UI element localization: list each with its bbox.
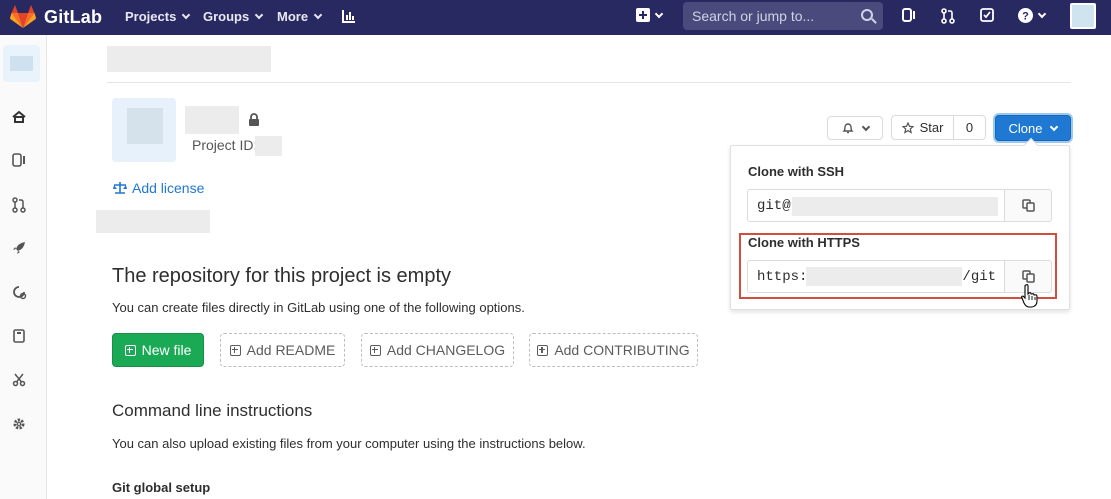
chevron-down-icon xyxy=(182,10,191,20)
gitlab-tanuki-icon xyxy=(10,5,36,28)
ssh-url-redacted xyxy=(792,197,998,216)
clone-ssh-label: Clone with SSH xyxy=(748,164,845,179)
star-icon xyxy=(901,121,914,134)
lock-icon xyxy=(249,113,259,126)
plus-square-icon xyxy=(636,8,650,22)
clone-button[interactable]: Clone xyxy=(995,115,1071,141)
project-id-label: Project ID: xyxy=(192,137,258,153)
chevron-down-icon xyxy=(254,10,264,20)
add-contributing-button[interactable]: Add CONTRIBUTING xyxy=(529,333,698,367)
add-license-link[interactable]: Add license xyxy=(113,180,204,196)
clone-label: Clone xyxy=(1008,120,1043,136)
wiki-icon[interactable] xyxy=(11,329,27,345)
copy-icon xyxy=(1021,199,1035,212)
project-avatar xyxy=(112,98,176,162)
chevron-down-icon xyxy=(861,122,870,131)
merge-requests-icon[interactable] xyxy=(11,197,27,213)
chevron-down-icon xyxy=(654,9,664,18)
project-description-redacted xyxy=(96,210,210,233)
notification-settings-button[interactable] xyxy=(827,116,883,140)
add-changelog-button[interactable]: Add CHANGELOG xyxy=(361,333,514,367)
search-placeholder: Search or jump to... xyxy=(692,8,815,24)
nav-projects[interactable]: Projects xyxy=(125,9,191,24)
todos-icon[interactable] xyxy=(980,8,994,22)
star-label: Star xyxy=(919,120,944,135)
cli-instructions-title: Command line instructions xyxy=(112,401,313,420)
activity-chart-icon[interactable] xyxy=(342,9,356,23)
hand-cursor-icon xyxy=(1021,284,1038,308)
scale-icon xyxy=(113,182,127,194)
project-sidebar xyxy=(0,35,47,499)
settings-gear-icon[interactable] xyxy=(11,417,27,433)
gitlab-logo[interactable]: GitLab xyxy=(10,5,102,29)
add-license-label: Add license xyxy=(132,180,205,196)
https-highlight-box xyxy=(739,233,1057,299)
search-icon xyxy=(861,9,873,21)
snippets-icon[interactable] xyxy=(11,373,27,389)
brand-name: GitLab xyxy=(44,6,103,27)
nav-groups[interactable]: Groups xyxy=(203,9,264,24)
add-readme-button[interactable]: Add README xyxy=(220,333,345,367)
star-count[interactable]: 0 xyxy=(953,115,986,140)
new-file-label: New file xyxy=(141,342,192,358)
new-item-dropdown[interactable] xyxy=(636,8,664,22)
star-button[interactable]: Star xyxy=(891,115,954,140)
project-name-redacted xyxy=(185,106,239,134)
nav-projects-label: Projects xyxy=(125,9,177,24)
top-navbar: GitLab Projects Groups More Search or ju… xyxy=(0,0,1111,35)
project-id-value-redacted xyxy=(255,136,282,156)
user-avatar[interactable] xyxy=(1070,3,1096,29)
empty-repo-title: The repository for this project is empty xyxy=(112,265,452,287)
nav-more-label: More xyxy=(277,9,309,24)
cli-instructions-subtitle: You can also upload existing files from … xyxy=(112,436,586,451)
plus-square-icon xyxy=(124,344,136,356)
merge-requests-icon[interactable] xyxy=(941,8,955,24)
project-home-icon[interactable] xyxy=(11,110,27,126)
new-file-button[interactable]: New file xyxy=(112,333,204,367)
breadcrumb-redacted xyxy=(107,46,271,72)
add-changelog-label: Add CHANGELOG xyxy=(386,342,506,358)
copy-ssh-url-button[interactable] xyxy=(1004,189,1052,222)
empty-repo-subtitle: You can create files directly in GitLab … xyxy=(112,300,525,315)
bell-icon xyxy=(841,123,854,134)
nav-more[interactable]: More xyxy=(277,9,323,24)
issues-icon[interactable] xyxy=(902,8,916,22)
svg-text:?: ? xyxy=(1022,11,1029,23)
git-global-setup-heading: Git global setup xyxy=(112,480,211,495)
issues-icon[interactable] xyxy=(11,153,27,169)
chevron-down-icon xyxy=(1050,122,1059,131)
help-dropdown[interactable]: ? xyxy=(1018,8,1047,23)
project-avatar-small[interactable] xyxy=(3,45,40,82)
rocket-icon[interactable] xyxy=(11,241,27,257)
plus-square-icon xyxy=(229,344,241,356)
help-icon: ? xyxy=(1018,8,1033,23)
nav-groups-label: Groups xyxy=(203,9,250,24)
chevron-down-icon xyxy=(313,10,323,20)
header-divider xyxy=(107,82,1071,83)
chevron-down-icon xyxy=(1037,9,1047,19)
plus-square-icon xyxy=(369,344,381,356)
plus-square-icon xyxy=(537,344,549,356)
ssh-url-text: git@ xyxy=(757,198,791,214)
operations-icon[interactable] xyxy=(11,285,27,301)
add-readme-label: Add README xyxy=(246,342,336,358)
add-contributing-label: Add CONTRIBUTING xyxy=(554,342,690,358)
search-input[interactable]: Search or jump to... xyxy=(683,2,883,30)
